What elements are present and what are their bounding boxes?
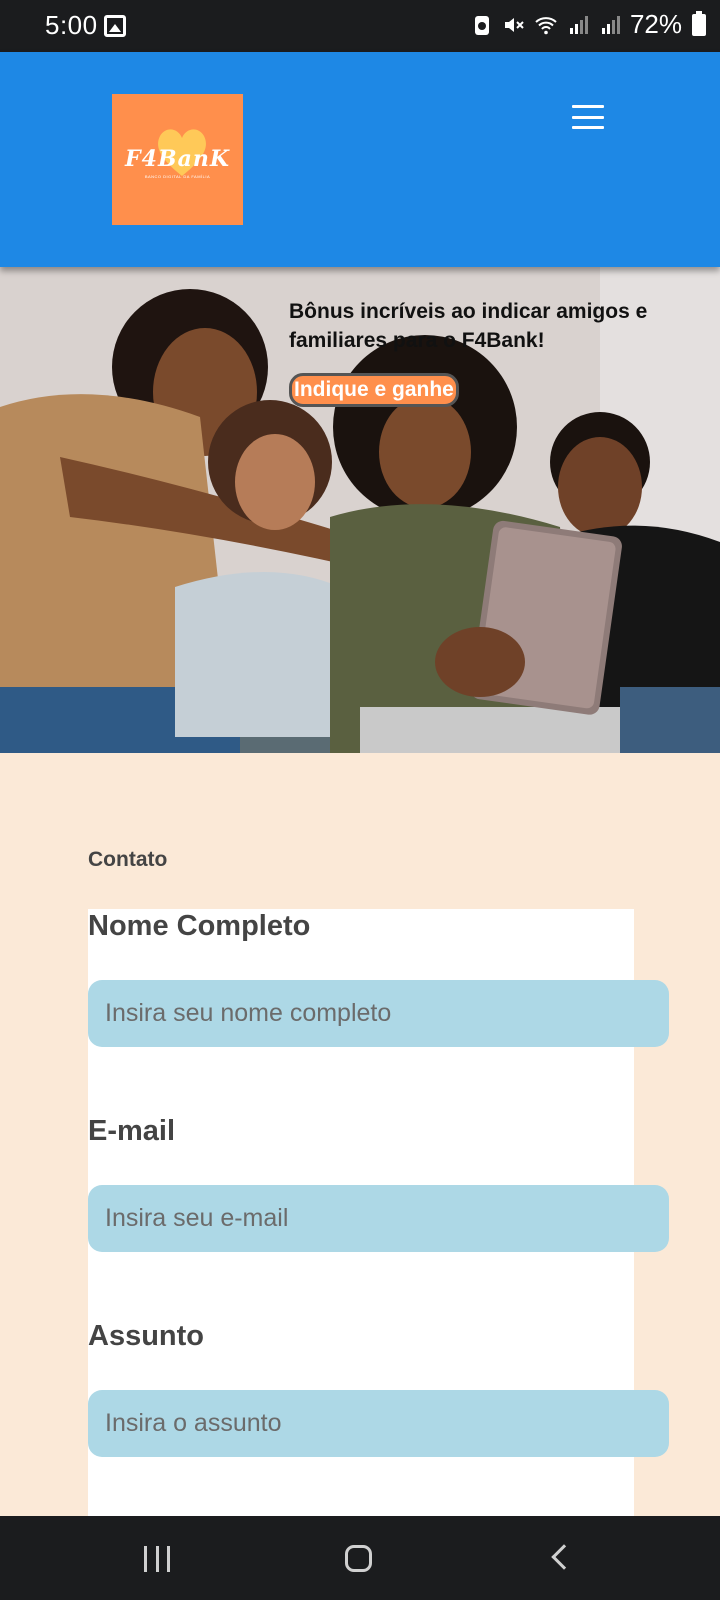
status-icons: 72% xyxy=(470,9,706,40)
signal-icon xyxy=(569,15,588,34)
subject-label: Assunto xyxy=(88,1320,204,1352)
battery-icon xyxy=(692,10,706,36)
full-name-label: Nome Completo xyxy=(88,910,311,942)
status-time: 5:00 xyxy=(45,10,98,40)
logo-subtitle: BANCO DIGITAL DA FAMÍLIA xyxy=(144,174,211,179)
wifi-icon xyxy=(535,16,557,34)
email-label: E-mail xyxy=(88,1115,176,1147)
site-header: F4BanK BANCO DIGITAL DA FAMÍLIA xyxy=(0,52,720,267)
recent-apps-icon[interactable] xyxy=(144,1546,170,1572)
mute-icon xyxy=(504,17,524,32)
logo-text: F4BanK xyxy=(125,146,230,172)
email-input[interactable] xyxy=(88,1185,669,1252)
subject-input[interactable] xyxy=(88,1390,669,1457)
battery-percent: 72% xyxy=(629,9,682,39)
refer-and-earn-button[interactable]: Indique e ganhe xyxy=(289,373,459,407)
f4bank-logo[interactable]: F4BanK BANCO DIGITAL DA FAMÍLIA xyxy=(112,94,243,225)
system-nav-bar xyxy=(0,1516,720,1600)
contact-section-title: Contato xyxy=(88,848,168,871)
hero-banner: Bônus incríveis ao indicar amigos e fami… xyxy=(0,267,720,753)
image-icon xyxy=(104,15,126,37)
recycle-icon xyxy=(474,15,489,35)
home-icon[interactable] xyxy=(345,1545,372,1572)
hamburger-menu-icon[interactable] xyxy=(570,102,606,132)
full-name-input[interactable] xyxy=(88,980,669,1047)
signal-icon xyxy=(601,15,620,34)
hero-headline: Bônus incríveis ao indicar amigos e fami… xyxy=(289,300,648,352)
status-bar: 5:00 72% xyxy=(0,0,720,52)
back-icon[interactable] xyxy=(551,1544,577,1570)
